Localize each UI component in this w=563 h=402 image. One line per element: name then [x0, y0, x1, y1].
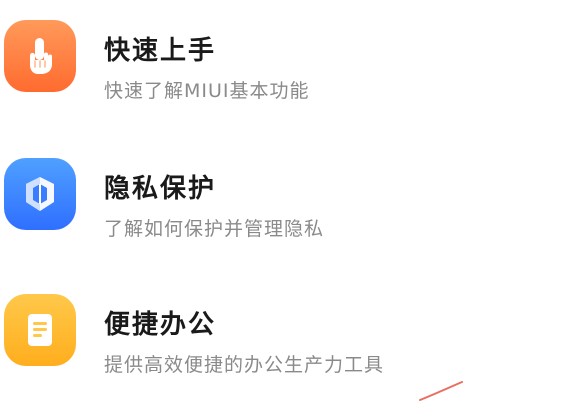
list-item-quick-start[interactable]: 快速上手 快速了解MIUI基本功能	[0, 10, 563, 120]
item-title: 便捷办公	[104, 310, 217, 340]
item-subtitle: 提供高效便捷的办公生产力工具	[104, 354, 385, 376]
privacy-shield-icon	[4, 158, 76, 230]
item-title: 隐私保护	[104, 174, 217, 204]
document-icon	[4, 294, 76, 366]
item-subtitle: 快速了解MIUI基本功能	[104, 80, 310, 102]
feature-list: 快速上手 快速了解MIUI基本功能 隐私保护 了解如何保护并管理隐私 便捷办公 …	[0, 0, 563, 401]
decorative-stroke	[419, 381, 463, 401]
item-subtitle: 了解如何保护并管理隐私	[104, 218, 325, 240]
item-title: 快速上手	[104, 36, 217, 66]
list-item-privacy[interactable]: 隐私保护 了解如何保护并管理隐私	[0, 148, 563, 258]
hand-pointer-icon	[4, 20, 76, 92]
